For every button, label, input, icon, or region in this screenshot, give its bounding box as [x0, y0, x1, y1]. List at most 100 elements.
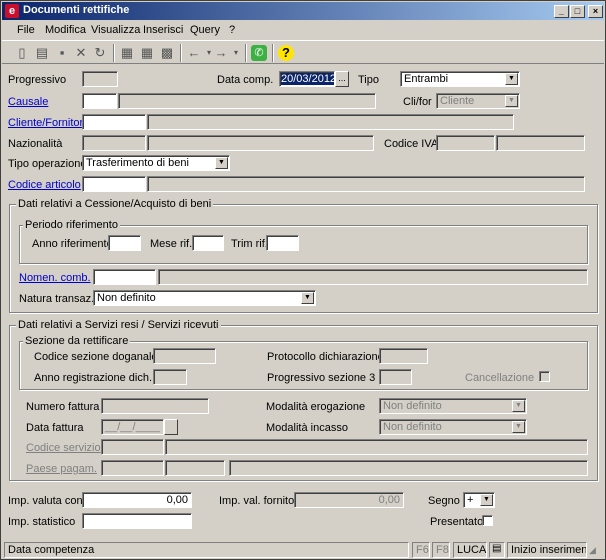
menu-modifica[interactable]: Modifica — [45, 24, 86, 36]
toolbar: ▯ ▤ ▪ ✕ ↻ ▦ ▦ ▩ ← ▾ → ▾ ✆ ? — [2, 40, 604, 64]
periodo-group-title: Periodo riferimento — [23, 219, 120, 231]
nazionalita-field — [82, 135, 146, 151]
segno-label: Segno — [428, 495, 460, 507]
codice-articolo-link[interactable]: Codice articolo — [8, 179, 81, 191]
status-mode: Inizio inserimento... — [507, 542, 587, 558]
anno-registrazione-dich-field — [153, 369, 187, 385]
resize-grip-icon[interactable]: ◢ — [589, 542, 602, 558]
toolbar-separator — [113, 44, 115, 62]
grid-icon[interactable]: ▦ — [139, 45, 155, 61]
app-icon: e — [5, 4, 19, 18]
document-icon: ▤ — [489, 542, 505, 558]
mese-rif-label: Mese rif. — [150, 238, 193, 250]
servizi-group: Dati relativi a Servizi resi / Servizi r… — [9, 319, 598, 481]
data-comp-input[interactable]: 20/03/2012 — [279, 71, 335, 87]
window: e Documenti rettifiche _ □ × File Modifi… — [0, 0, 606, 560]
new-document-icon[interactable]: ▯ — [14, 45, 30, 61]
toolbar-separator — [272, 44, 274, 62]
date-picker-button[interactable]: ... — [335, 71, 349, 87]
open-icon[interactable]: ▤ — [34, 45, 50, 61]
imp-valuta-con-input[interactable]: 0,00 — [82, 492, 192, 508]
cliente-fornitore-input[interactable] — [82, 114, 146, 130]
nomen-comb-link[interactable]: Nomen. comb. — [19, 272, 91, 284]
imp-statistico-input[interactable] — [82, 513, 192, 529]
delete-icon[interactable]: ✕ — [73, 45, 89, 61]
progressivo-sezione-3-label: Progressivo sezione 3 — [267, 372, 376, 384]
clifor-label: Cli/for — [403, 96, 432, 108]
minimize-button[interactable]: _ — [554, 5, 569, 18]
status-user: LUCA — [453, 542, 487, 558]
tipo-operazione-select[interactable]: Trasferimento di beni ▼ — [82, 155, 230, 171]
menu-visualizza[interactable]: Visualizza — [91, 24, 140, 36]
anno-registrazione-dich-label: Anno registrazione dich. — [34, 372, 153, 384]
sezione-group-title: Sezione da rettificare — [23, 335, 131, 347]
refresh-icon[interactable]: ↻ — [92, 45, 108, 61]
status-bar: Data competenza F6 F8 LUCA ▤ Inizio inse… — [2, 541, 604, 559]
data-fattura-button — [164, 419, 178, 435]
clifor-select: Cliente ▼ — [436, 93, 520, 109]
imp-val-fornitore-field: 0,00 — [294, 492, 404, 508]
close-button[interactable]: × — [588, 5, 603, 18]
trim-rif-input[interactable] — [266, 235, 299, 251]
chevron-down-icon: ▼ — [512, 421, 525, 433]
codice-articolo-input[interactable] — [82, 176, 146, 192]
back-arrow-icon[interactable]: ← — [186, 45, 202, 61]
imp-valuta-con-label: Imp. valuta con. — [8, 495, 86, 507]
filter-icon[interactable]: ▦ — [119, 45, 135, 61]
modalita-erogazione-label: Modalità erogazione — [266, 401, 366, 413]
mese-rif-input[interactable] — [192, 235, 224, 251]
data-fattura-label: Data fattura — [26, 422, 84, 434]
status-f8: F8 — [432, 542, 450, 558]
chevron-down-icon: ▼ — [512, 400, 525, 412]
codice-articolo-description — [147, 176, 585, 192]
codice-servizio-field — [101, 439, 164, 455]
toolbar-separator — [180, 44, 182, 62]
menu-inserisci[interactable]: Inserisci — [143, 24, 183, 36]
periodo-group: Periodo riferimento Anno riferimento Mes… — [19, 219, 588, 264]
maximize-button[interactable]: □ — [570, 5, 585, 18]
imp-statistico-label: Imp. statistico — [8, 516, 76, 528]
sezione-group: Sezione da rettificare Codice sezione do… — [19, 335, 588, 390]
modalita-incasso-select: Non definito ▼ — [379, 419, 527, 435]
natura-transaz-select[interactable]: Non definito ▼ — [93, 290, 316, 306]
numero-fattura-field — [101, 398, 209, 414]
cancellazione-label: Cancellazione — [465, 372, 535, 384]
natura-transaz-label: Natura transaz. — [19, 293, 95, 305]
toolbar-separator — [245, 44, 247, 62]
codice-iva-label: Codice IVA — [384, 138, 439, 150]
cliente-fornitore-description — [147, 114, 514, 130]
chevron-down-icon[interactable]: ▼ — [480, 494, 493, 506]
title-bar: e Documenti rettifiche _ □ × — [2, 2, 604, 20]
codice-sezione-doganale-field — [153, 348, 216, 364]
tipo-select[interactable]: Entrambi ▼ — [400, 71, 520, 87]
forward-arrow-icon[interactable]: → — [213, 45, 229, 61]
causale-link[interactable]: Causale — [8, 96, 48, 108]
help-icon[interactable]: ? — [278, 45, 294, 61]
codice-sezione-doganale-label: Codice sezione doganale — [34, 351, 158, 363]
nomen-comb-input[interactable] — [93, 269, 156, 285]
progressivo-field — [82, 71, 118, 87]
nomen-comb-description — [158, 269, 588, 285]
chevron-down-icon[interactable]: ▼ — [301, 292, 314, 304]
segno-select[interactable]: + ▼ — [463, 492, 495, 508]
phone-icon[interactable]: ✆ — [251, 45, 267, 61]
imp-val-fornitore-label: Imp. val. fornitore — [219, 495, 304, 507]
menu-file[interactable]: File — [17, 24, 35, 36]
menu-query[interactable]: Query — [190, 24, 220, 36]
anno-rif-input[interactable] — [108, 235, 141, 251]
causale-input[interactable] — [82, 93, 117, 109]
forward-dropdown-icon[interactable]: ▾ — [228, 45, 244, 61]
paese-pagam-field-2 — [165, 460, 225, 476]
cliente-fornitore-link[interactable]: Cliente/Fornitore — [8, 117, 89, 129]
clear-filter-icon[interactable]: ▩ — [159, 45, 175, 61]
menu-help[interactable]: ? — [229, 24, 235, 36]
data-comp-label: Data comp. — [217, 74, 274, 86]
protocollo-dichiarazione-field — [379, 348, 428, 364]
save-icon[interactable]: ▪ — [54, 45, 70, 61]
nazionalita-description — [147, 135, 374, 151]
modalita-incasso-label: Modalità incasso — [266, 422, 348, 434]
presentato-checkbox[interactable] — [482, 515, 493, 526]
codice-iva-field-2 — [496, 135, 585, 151]
chevron-down-icon[interactable]: ▼ — [215, 157, 228, 169]
chevron-down-icon[interactable]: ▼ — [505, 73, 518, 85]
